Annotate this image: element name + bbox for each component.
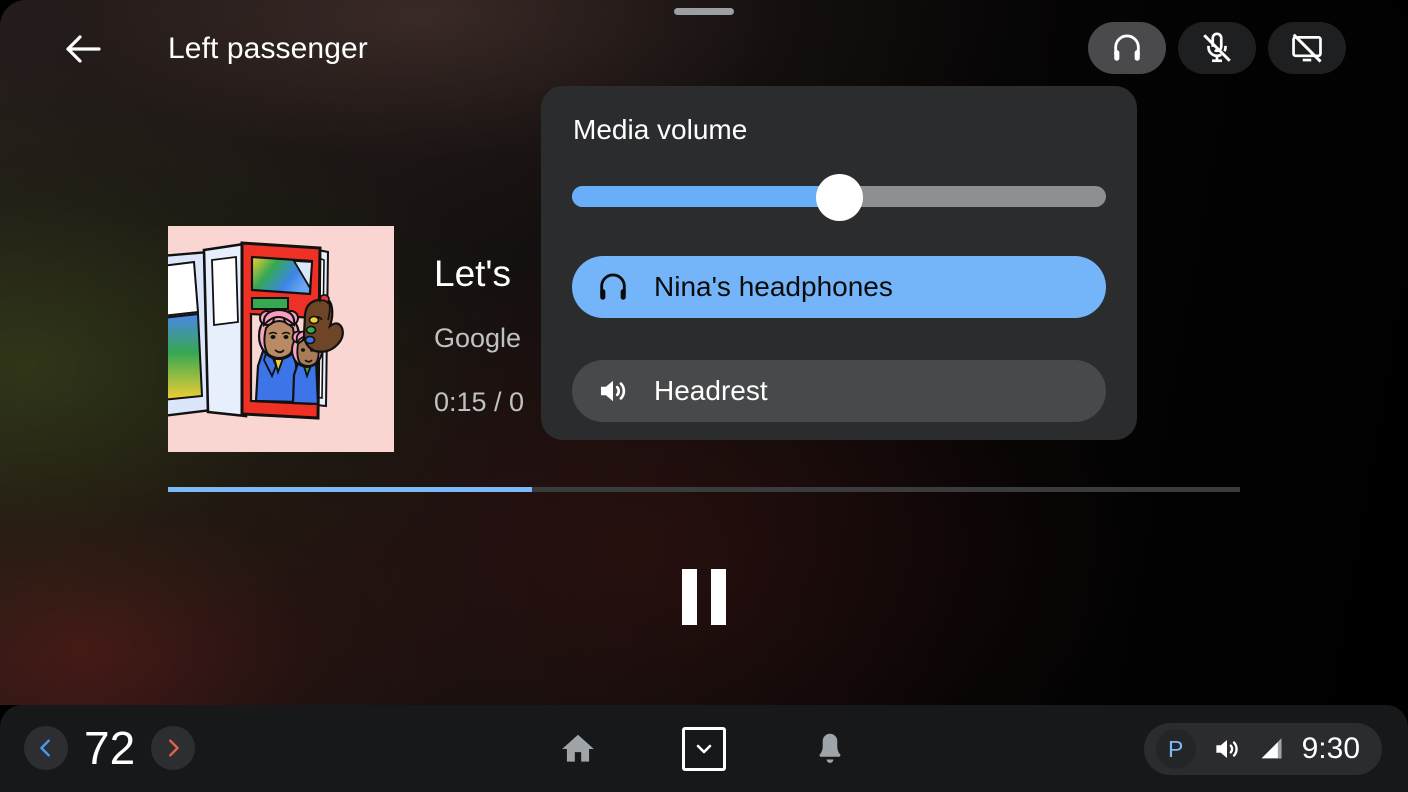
chevron-down-icon bbox=[696, 744, 712, 753]
car-media-screen: Left passenger Let's Google 0:15 / 0 Med… bbox=[0, 0, 1408, 792]
screen-off-toggle[interactable] bbox=[1268, 22, 1346, 74]
temp-decrease-button[interactable] bbox=[24, 726, 68, 770]
speaker-volume-icon bbox=[600, 380, 626, 402]
app-bar-actions bbox=[1088, 22, 1346, 74]
temp-increase-button[interactable] bbox=[151, 726, 196, 770]
bell-icon bbox=[819, 733, 841, 763]
mic-off-icon bbox=[1203, 32, 1231, 63]
pause-icon-bar-2 bbox=[711, 569, 726, 625]
status-chip[interactable]: P 9:30 bbox=[1143, 723, 1382, 775]
mic-off-toggle[interactable] bbox=[1178, 22, 1256, 74]
album-art bbox=[168, 226, 394, 452]
home-icon bbox=[562, 734, 594, 762]
device-option-label: Headrest bbox=[654, 375, 768, 406]
speaker-volume-icon bbox=[1215, 740, 1238, 758]
arrow-left-icon bbox=[66, 35, 101, 63]
signal-bars-icon bbox=[1261, 738, 1281, 759]
drag-handle[interactable] bbox=[674, 8, 734, 15]
slider-thumb[interactable] bbox=[815, 174, 863, 221]
headphones-icon bbox=[1114, 34, 1140, 61]
device-option-headrest[interactable]: Headrest bbox=[572, 360, 1106, 422]
chevron-left-icon bbox=[40, 739, 50, 757]
device-option-label: Nina's headphones bbox=[654, 271, 893, 302]
headphones-icon bbox=[600, 273, 626, 300]
media-volume-popup: Media volume Nina's headphones Headrest bbox=[541, 86, 1137, 440]
device-option-nina-headphones[interactable]: Nina's headphones bbox=[572, 256, 1106, 318]
media-volume-slider[interactable] bbox=[572, 174, 1106, 221]
slider-fill bbox=[572, 186, 839, 207]
nav-app-switcher[interactable] bbox=[682, 726, 726, 771]
temperature-control: 72 bbox=[24, 722, 196, 774]
headphones-toggle[interactable] bbox=[1088, 22, 1166, 74]
pause-icon bbox=[682, 569, 697, 625]
system-bar: 72 P 9:30 bbox=[0, 705, 1408, 792]
album-art-illustration bbox=[168, 226, 394, 452]
nav-home[interactable] bbox=[552, 723, 604, 775]
playback-progress-bar[interactable] bbox=[168, 487, 1240, 492]
playback-progress-fill bbox=[168, 487, 533, 492]
back-button[interactable] bbox=[56, 22, 110, 76]
gear-indicator: P bbox=[1155, 729, 1196, 769]
pause-button[interactable] bbox=[672, 566, 736, 628]
page-title: Left passenger bbox=[168, 32, 368, 65]
nav-notifications[interactable] bbox=[804, 723, 856, 775]
temperature-value: 72 bbox=[84, 722, 136, 774]
media-volume-title: Media volume bbox=[573, 114, 748, 145]
clock: 9:30 bbox=[1301, 732, 1360, 765]
chevron-right-icon bbox=[169, 739, 179, 757]
screen-off-icon bbox=[1292, 33, 1322, 63]
